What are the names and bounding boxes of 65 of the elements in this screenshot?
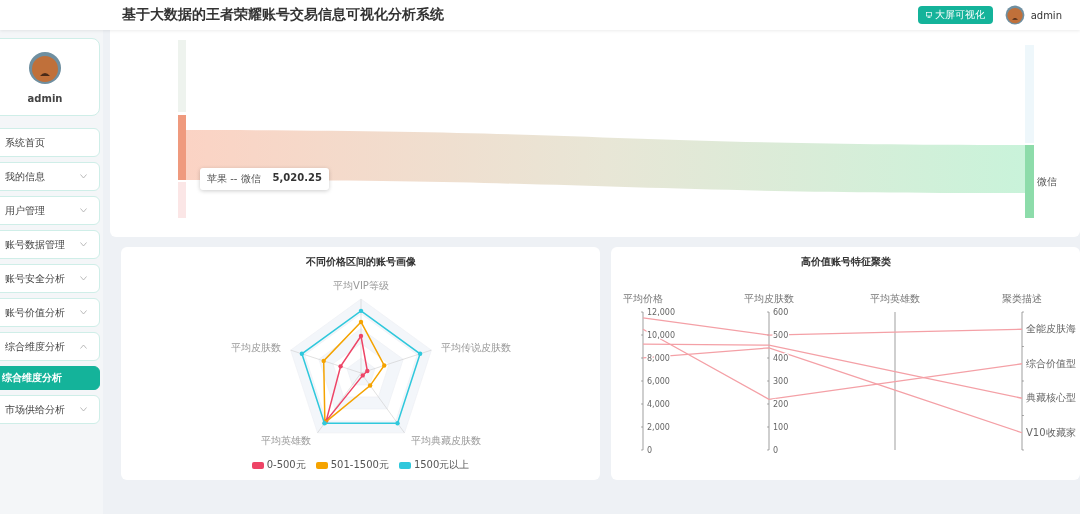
avatar-icon xyxy=(28,50,62,85)
category-label: V10收藏家 xyxy=(1026,426,1076,438)
tick-label: 400 xyxy=(773,354,789,363)
tick-label: 0 xyxy=(647,446,653,455)
cluster-line[interactable] xyxy=(642,328,1023,401)
axis-title: 平均英雄数 xyxy=(870,293,920,304)
tick-label: 6,000 xyxy=(647,377,670,386)
menu-item[interactable]: 综合维度分析 xyxy=(0,332,100,361)
axis-label: 平均传说皮肤数 xyxy=(440,342,511,353)
menu-item[interactable]: 账号价值分析 xyxy=(0,298,100,327)
chevron-down-icon xyxy=(80,174,87,179)
legend-item[interactable]: 0-500元 xyxy=(251,458,306,472)
page-title: 基于大数据的王者荣耀账号交易信息可视化分析系统 xyxy=(122,6,445,24)
sankey-node[interactable] xyxy=(178,115,186,180)
legend-item[interactable]: 501-1500元 xyxy=(315,458,389,472)
tick-label: 10,000 xyxy=(647,331,675,340)
axis-label: 平均英雄数 xyxy=(261,434,312,446)
tooltip-value: 5,020.25 xyxy=(272,172,322,185)
category-label: 综合价值型 xyxy=(1026,357,1076,369)
axis-label: 平均VIP等级 xyxy=(333,280,389,292)
radar-series[interactable] xyxy=(321,319,387,425)
cluster-line[interactable] xyxy=(642,343,1023,399)
axis-label: 平均典藏皮肤数 xyxy=(410,434,481,446)
axis-title: 聚类描述 xyxy=(1002,293,1042,304)
category-label: 典藏核心型 xyxy=(1026,392,1076,404)
tick-label: 500 xyxy=(773,331,789,340)
sankey-link[interactable] xyxy=(186,130,1025,193)
node-label: 微信 xyxy=(1037,175,1057,189)
sankey-node[interactable] xyxy=(178,182,186,218)
menu-item[interactable]: 市场供给分析 xyxy=(0,395,100,424)
axis-title: 平均价格 xyxy=(623,293,663,304)
category-label: 全能皮肤海 xyxy=(1026,323,1076,335)
tick-label: 300 xyxy=(773,377,789,386)
axis-title: 平均皮肤数 xyxy=(744,293,794,304)
axis-label: 平均皮肤数 xyxy=(231,342,282,353)
monitor-icon xyxy=(925,12,932,18)
tick-label: 600 xyxy=(773,308,789,317)
tick-label: 0 xyxy=(773,446,779,455)
tick-label: 8,000 xyxy=(647,354,670,363)
radar-series[interactable] xyxy=(324,333,370,424)
legend-item[interactable]: 1500元以上 xyxy=(398,458,470,472)
chevron-down-icon xyxy=(80,242,87,247)
radar-series[interactable] xyxy=(299,308,423,426)
profile-username: admin xyxy=(27,92,63,104)
menu-item[interactable]: 账号安全分析 xyxy=(0,264,100,293)
tick-label: 4,000 xyxy=(647,400,670,409)
tick-label: 12,000 xyxy=(647,308,675,317)
sankey-node[interactable] xyxy=(1025,145,1034,218)
tick-label: 200 xyxy=(773,400,789,409)
tick-label: 2,000 xyxy=(647,423,670,432)
chevron-down-icon xyxy=(80,407,87,412)
chevron-up-icon xyxy=(80,344,87,349)
avatar-icon xyxy=(1004,5,1025,25)
header-username: admin xyxy=(1030,9,1062,21)
chevron-down-icon xyxy=(80,310,87,315)
cluster-line[interactable] xyxy=(642,347,1023,434)
chart-title: 高价值账号特征聚类 xyxy=(800,255,891,269)
chart-title: 不同价格区间的账号画像 xyxy=(305,255,416,269)
menu-item[interactable]: 系统首页 xyxy=(0,128,100,157)
chevron-down-icon xyxy=(80,276,87,281)
menu-item[interactable]: 账号数据管理 xyxy=(0,230,100,259)
chevron-down-icon xyxy=(80,208,87,213)
menu-item[interactable]: 用户管理 xyxy=(0,196,100,225)
tick-label: 100 xyxy=(773,423,789,432)
menu-item[interactable]: 我的信息 xyxy=(0,162,100,191)
